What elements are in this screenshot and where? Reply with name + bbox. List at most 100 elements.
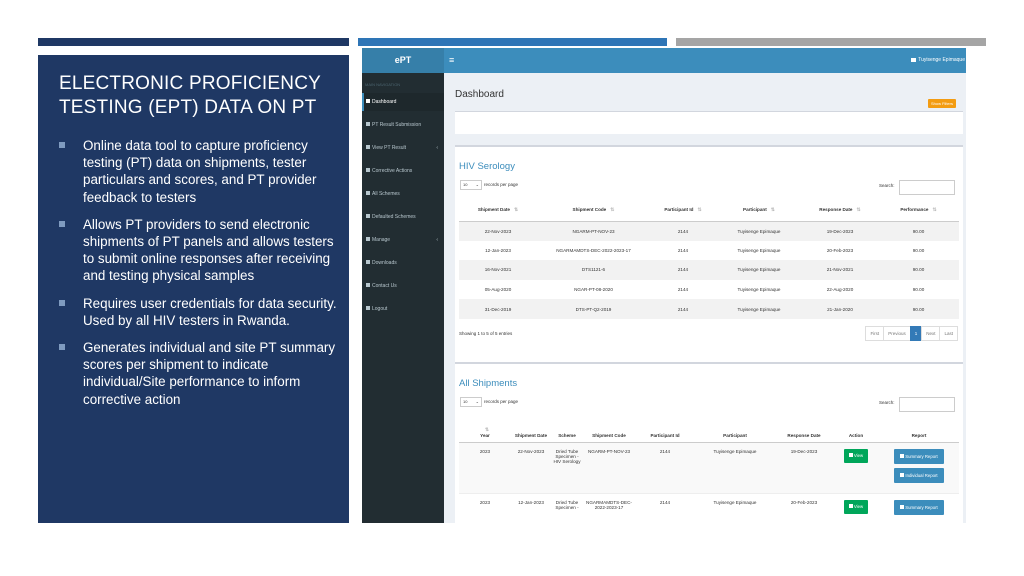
panel-title: HIV Serology	[459, 161, 515, 172]
column-header[interactable]: Shipment Date ⇅	[459, 199, 537, 222]
table-row: 22-Nov-2023 NGARM-PT-NOV-23 2144 Tuyisen…	[459, 221, 959, 241]
table-cell: Tuyisenge Epimaque	[737, 287, 781, 293]
page-length-select[interactable]: 10 ⌄	[460, 180, 482, 190]
table-cell: 90.00	[878, 260, 959, 280]
table-cell: NGARM-PT-NOV-23	[583, 442, 635, 494]
column-header[interactable]: Participant	[695, 416, 775, 443]
first-page-button[interactable]: First	[865, 326, 885, 341]
column-header[interactable]: Performance ⇅	[878, 199, 959, 222]
edit-icon	[366, 145, 370, 149]
bullet-square-icon	[59, 299, 65, 306]
summary-report-button[interactable]: Summary Report	[894, 499, 944, 515]
edit-icon	[848, 452, 853, 457]
power-icon	[366, 306, 370, 310]
column-header[interactable]: Participant Id ⇅	[650, 199, 716, 222]
column-header[interactable]: Shipment Date	[511, 416, 551, 443]
column-header[interactable]: Scheme	[551, 416, 583, 443]
table-cell: Summary Report Individual Report	[879, 442, 959, 494]
previous-page-button[interactable]: Previous	[883, 326, 911, 341]
table-cell: 19-Dec-2023	[802, 221, 878, 241]
sidebar-item-pt-result-submission[interactable]: PT Result Submission	[362, 116, 444, 134]
sidebar-item-manage[interactable]: Manage ‹	[362, 231, 444, 249]
sidebar-item-view-pt-result[interactable]: View PT Result ‹	[362, 139, 444, 157]
exclamation-icon	[366, 214, 370, 218]
app-logo[interactable]: ePT	[362, 48, 444, 73]
page-title: Dashboard	[455, 89, 504, 100]
menu-toggle-icon[interactable]: ≡	[449, 48, 454, 73]
table-cell: 2144	[677, 247, 689, 253]
sidebar-item-corrective-actions[interactable]: Corrective Actions	[362, 162, 444, 180]
table-cell: Tuyisenge Epimaque	[716, 299, 802, 319]
table-cell: View	[833, 493, 879, 523]
table-cell: 19-Dec-2023	[775, 442, 833, 494]
chevron-down-icon: ⌄	[475, 399, 479, 404]
sort-icon: ⇅	[932, 206, 937, 213]
table-cell: 22-Aug-2020	[826, 287, 854, 293]
search-label: Search:	[879, 400, 895, 405]
search-label: Search:	[879, 183, 895, 188]
list-icon	[366, 122, 370, 126]
table-cell: 20-Feb-2023	[790, 499, 818, 505]
column-header[interactable]: ⇅ Year	[459, 416, 511, 443]
page-length-select[interactable]: 10 ⌄	[460, 397, 482, 407]
view-button[interactable]: View	[844, 448, 868, 463]
table-cell: Summary Report	[879, 493, 959, 523]
column-header[interactable]: Participant ⇅	[716, 199, 802, 222]
table-row: 05-Aug-2020 NGAR-PT-08-2020 2144 Tuyisen…	[459, 280, 959, 300]
table-cell: Tuyisenge Epimaque	[716, 221, 802, 241]
table-row: 12-Jan-2023 NGARMAMDTS-DEC-2022-2023-17 …	[459, 241, 959, 261]
chevron-left-icon: ‹	[436, 145, 438, 151]
column-header[interactable]: Shipment Code ⇅	[537, 199, 650, 222]
sidebar-item-contact-us[interactable]: Contact Us	[362, 277, 444, 295]
column-header[interactable]: Response Date ⇅	[802, 199, 878, 222]
table-cell: Tuyisenge Epimaque	[713, 499, 757, 505]
table-cell: 16-Nov-2021	[459, 260, 537, 280]
print-icon	[900, 453, 905, 458]
table-cell: 90.00	[912, 287, 925, 293]
column-header[interactable]: Participant Id	[635, 416, 695, 443]
table-cell: Tuyisenge Epimaque	[695, 442, 775, 494]
nav-header: MAIN NAVIGATION	[365, 82, 401, 87]
sidebar-item-dashboard[interactable]: Dashboard	[362, 93, 444, 111]
page-length-control: 10 ⌄ records per page	[460, 397, 518, 407]
table-cell: Tuyisenge Epimaque	[737, 247, 781, 253]
column-header[interactable]: Shipment Code	[583, 416, 635, 443]
column-header[interactable]: Response Date	[775, 416, 833, 443]
edit-icon	[848, 503, 853, 508]
view-button[interactable]: View	[844, 499, 868, 514]
app-header: ePT ≡ Tuyisenge Epimaque	[362, 48, 966, 73]
panel-title: All Shipments	[459, 378, 518, 389]
table-cell: 2144	[635, 442, 695, 494]
page-length-control: 10 ⌄ records per page	[460, 180, 518, 190]
main-content: Dashboard Show Filters HIV Serology 10 ⌄ r…	[444, 73, 966, 523]
bullet-square-icon	[59, 344, 65, 351]
bullet-item: Allows PT providers to send electronic s…	[58, 216, 343, 285]
bullet-item: Online data tool to capture proficiency …	[58, 137, 343, 206]
sidebar-item-logout[interactable]: Logout	[362, 300, 444, 318]
table-cell: 31-Dec-2019	[459, 299, 537, 319]
individual-report-button[interactable]: Individual Report	[894, 467, 944, 483]
table-cell: 90.00	[878, 299, 959, 319]
summary-report-button[interactable]: Summary Report	[894, 448, 944, 464]
last-page-button[interactable]: Last	[939, 326, 958, 341]
bullet-item: Generates individual and site PT summary…	[58, 339, 343, 408]
next-page-button[interactable]: Next	[921, 326, 941, 341]
table-cell: 2144	[650, 221, 716, 241]
search-input[interactable]	[899, 180, 955, 195]
user-icon	[911, 58, 917, 62]
sidebar-item-downloads[interactable]: Downloads	[362, 254, 444, 272]
table-cell: 20-Feb-2023	[826, 247, 854, 253]
table-cell: 90.00	[878, 221, 959, 241]
show-filters-button[interactable]: Show Filters	[928, 99, 956, 108]
table-cell: 2144	[650, 299, 716, 319]
sidebar-item-defaulted-schemes[interactable]: Defaulted Schemes	[362, 208, 444, 226]
slide: ELECTRONIC PROFICIENCY TESTING (EPT) DAT…	[0, 0, 1024, 576]
user-menu[interactable]: Tuyisenge Epimaque	[911, 48, 965, 73]
search-input[interactable]	[899, 397, 955, 412]
table-cell: Tuyisenge Epimaque	[716, 260, 802, 280]
chevron-down-icon: ⌄	[475, 182, 479, 187]
sort-icon: ⇅	[610, 206, 615, 213]
sort-icon: ⇅	[513, 206, 519, 213]
sidebar-item-all-schemes[interactable]: All Schemes	[362, 185, 444, 203]
column-header: Report	[879, 416, 959, 443]
